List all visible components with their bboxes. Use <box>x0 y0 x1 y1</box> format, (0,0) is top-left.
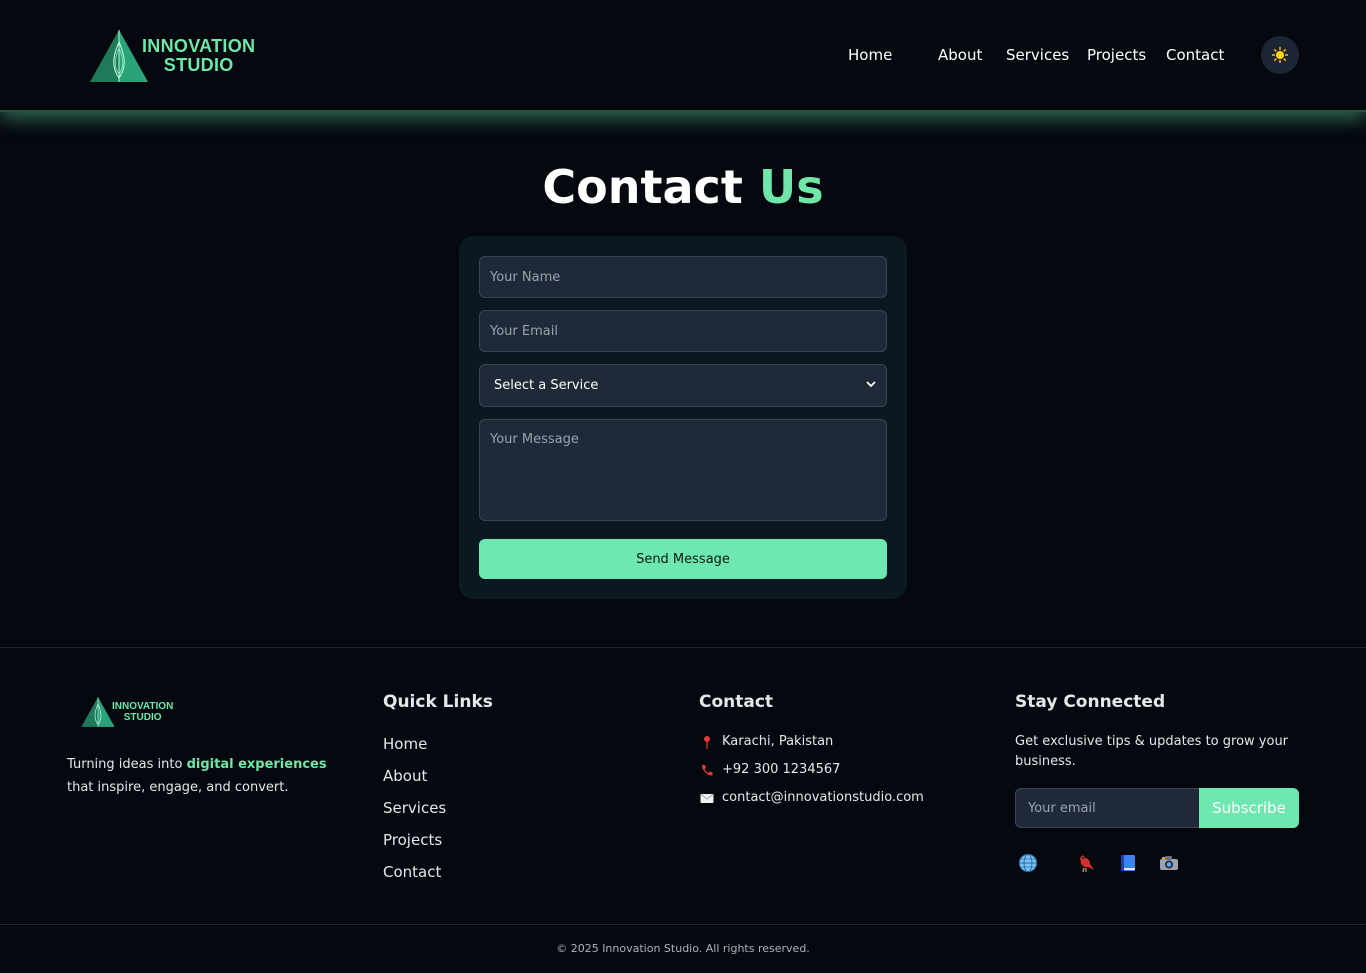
footer-link-home[interactable]: Home <box>383 735 427 753</box>
nav-projects[interactable]: Projects <box>1087 46 1146 64</box>
footer-link-services[interactable]: Services <box>383 799 446 817</box>
footer-logo-pyramid-icon <box>81 697 115 727</box>
quick-links-title: Quick Links <box>383 692 493 712</box>
contact-form-card: Select a Service Send Message <box>459 236 907 599</box>
email-field[interactable] <box>479 310 887 352</box>
footer-logo[interactable]: INNOVATION STUDIO <box>80 696 173 728</box>
newsletter-email-field[interactable] <box>1015 788 1199 828</box>
contact-email: contact@innovationstudio.com <box>700 790 924 805</box>
nav-home[interactable]: Home <box>848 46 892 64</box>
service-select-value: Select a Service <box>494 378 599 393</box>
theme-toggle-button[interactable] <box>1261 36 1299 74</box>
nav-services[interactable]: Services <box>1006 46 1069 64</box>
copyright-text: © 2025 Innovation Studio. All rights res… <box>556 942 810 955</box>
title-main: Contact <box>542 160 743 214</box>
camera-icon[interactable] <box>1158 852 1180 874</box>
email-input[interactable] <box>490 311 876 351</box>
send-message-button[interactable]: Send Message <box>479 539 887 579</box>
footer-brand-line2: STUDIO <box>123 712 162 723</box>
subscribe-button[interactable]: Subscribe <box>1199 788 1299 828</box>
message-field[interactable] <box>479 419 887 521</box>
stay-connected-title: Stay Connected <box>1015 692 1166 712</box>
contact-phone-text: +92 300 1234567 <box>722 762 841 777</box>
message-textarea[interactable] <box>490 432 876 512</box>
tagline-after: that inspire, engage, and convert. <box>67 780 289 795</box>
footer-link-about[interactable]: About <box>383 767 427 785</box>
bird-icon[interactable] <box>1074 852 1096 874</box>
nav-contact[interactable]: Contact <box>1166 46 1224 64</box>
pin-icon <box>704 735 710 749</box>
book-icon[interactable] <box>1117 852 1139 874</box>
footer-bottom-divider <box>0 924 1366 925</box>
contact-address-text: Karachi, Pakistan <box>722 734 834 749</box>
contact-email-text: contact@innovationstudio.com <box>722 790 924 805</box>
contact-address: Karachi, Pakistan <box>700 734 833 749</box>
footer-brand-line1: INNOVATION <box>112 701 174 712</box>
name-field[interactable] <box>479 256 887 298</box>
chevron-down-icon <box>866 381 876 388</box>
main-nav: Home About Services Projects Contact <box>0 46 1366 68</box>
footer-brand-name: INNOVATION STUDIO <box>112 701 173 723</box>
footer-link-projects[interactable]: Projects <box>383 831 442 849</box>
nav-about[interactable]: About <box>938 46 982 64</box>
contact-title: Contact <box>699 692 774 712</box>
newsletter-email-input[interactable] <box>1028 800 1187 816</box>
footer-tagline: Turning ideas into digital experiences t… <box>67 753 347 799</box>
name-input[interactable] <box>490 257 876 297</box>
tagline-before: Turning ideas into <box>67 757 187 772</box>
globe-icon[interactable] <box>1017 852 1039 874</box>
footer-divider <box>0 647 1366 648</box>
tagline-highlight: digital experiences <box>186 757 327 772</box>
phone-icon <box>702 764 713 775</box>
site-header: INNOVATION STUDIO Home About Services Pr… <box>0 0 1366 112</box>
service-select[interactable]: Select a Service <box>479 364 887 407</box>
mail-icon <box>700 793 714 803</box>
contact-phone: +92 300 1234567 <box>700 762 840 777</box>
sun-icon <box>1272 47 1288 63</box>
footer-link-contact[interactable]: Contact <box>383 863 441 881</box>
title-accent: Us <box>758 160 824 214</box>
newsletter-text: Get exclusive tips & updates to grow you… <box>1015 734 1289 769</box>
page-title: Contact Us <box>0 160 1366 214</box>
